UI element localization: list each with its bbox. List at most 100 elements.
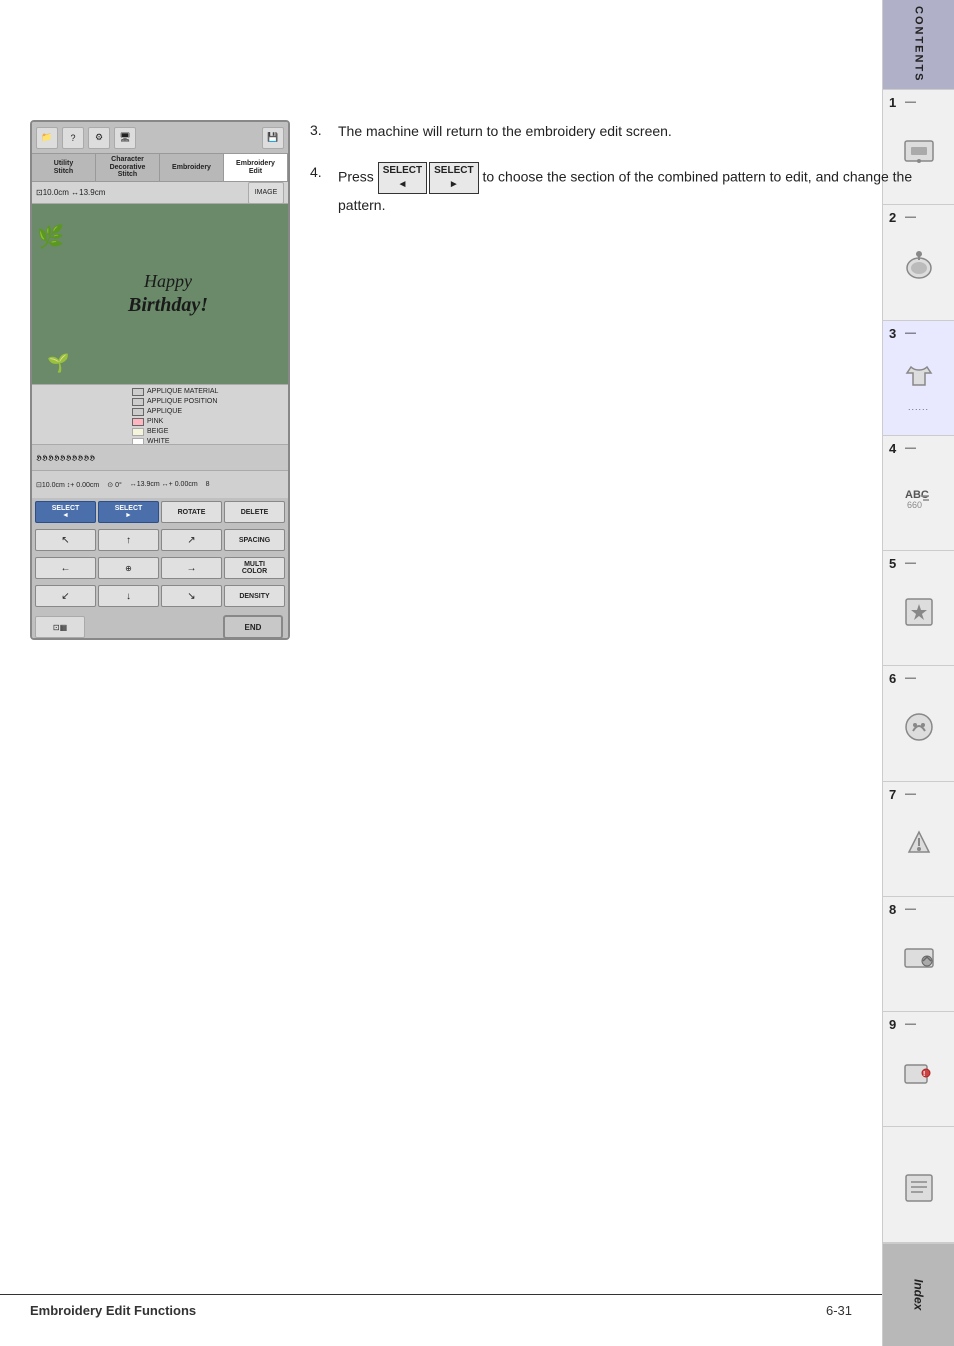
panel-bottom-row: ⊡▦ END bbox=[32, 610, 288, 640]
panel-needle-row: 𝕳 𝕳 𝕳 𝕳 𝕳 𝕳 𝕳 𝕳 𝕳 𝕳 bbox=[32, 444, 288, 470]
stat-y: ↔13.9cm ↔+ 0.00cm bbox=[130, 481, 198, 488]
sidebar-tab-chapter-7[interactable]: 7 — bbox=[882, 782, 954, 897]
panel-dim-bar: ⊡10.0cm ↔13.9cm IMAGE bbox=[32, 182, 288, 204]
panel-btn-row3: ← ⊕ → MULTICOLOR bbox=[32, 554, 288, 582]
panel-btn-save[interactable]: 💾 bbox=[262, 127, 284, 149]
color-swatch-4 bbox=[132, 418, 144, 426]
stat-count: 8 bbox=[206, 481, 210, 488]
stat-rotation: ⊙ 0° bbox=[107, 481, 122, 489]
btn-spacing[interactable]: SPACING bbox=[224, 529, 285, 551]
panel-tabs: UtilityStitch CharacterDecorativeStitch … bbox=[32, 154, 288, 182]
panel-color-list: APPLIQUE MATERIAL APPLIQUE POSITION APPL… bbox=[32, 384, 288, 444]
color-swatch-5 bbox=[132, 428, 144, 436]
btn-select-right[interactable]: SELECT► bbox=[98, 501, 159, 523]
btn-select-left[interactable]: SELECT◄ bbox=[35, 501, 96, 523]
panel-display-area: 🌿 🌱 Happy Birthday! bbox=[32, 204, 288, 384]
step3-number: 3. bbox=[310, 120, 330, 142]
machine-panel: 📁 ? ⚙ 🖥 💾 UtilityStitch CharacterDecorat… bbox=[30, 120, 290, 640]
panel-tab-edit[interactable]: EmbroideryEdit bbox=[224, 154, 288, 181]
chapter-6-dash: — bbox=[905, 672, 916, 684]
chapter-1-number: 1 bbox=[889, 95, 896, 110]
panel-btn-monitor[interactable]: 🖥 bbox=[114, 127, 136, 149]
btn-density[interactable]: DENSITY bbox=[224, 585, 285, 607]
chapter-6-icon bbox=[901, 709, 937, 752]
chapter-9-number: 9 bbox=[889, 1017, 896, 1032]
panel-btn-question[interactable]: ? bbox=[62, 127, 84, 149]
index-label: Index bbox=[912, 1279, 926, 1310]
sidebar-tab-chapter-4[interactable]: 4 — ABC 660 bbox=[882, 436, 954, 551]
chapter-5-number: 5 bbox=[889, 556, 896, 571]
chapter-7-number: 7 bbox=[889, 787, 896, 802]
panel-btn-folder[interactable]: 📁 bbox=[36, 127, 58, 149]
footer-title: Embroidery Edit Functions bbox=[30, 1303, 196, 1318]
color-swatch-3 bbox=[132, 408, 144, 416]
color-item-4: PINK bbox=[132, 417, 286, 427]
chapter-3-dash: — bbox=[905, 327, 916, 339]
color-item-6: WHITE bbox=[132, 437, 286, 444]
chapter-10-icon bbox=[901, 1170, 937, 1213]
btn-delete[interactable]: DELETE bbox=[224, 501, 285, 523]
btn-multi-color[interactable]: MULTICOLOR bbox=[224, 557, 285, 579]
needle-icons: 𝕳 𝕳 𝕳 𝕳 𝕳 𝕳 𝕳 𝕳 𝕳 𝕳 bbox=[36, 453, 94, 463]
btn-rotate[interactable]: ROTATE bbox=[161, 501, 222, 523]
chapter-4-icon: ABC 660 bbox=[901, 478, 937, 521]
btn-up[interactable]: ↑ bbox=[98, 529, 159, 551]
sidebar-tab-contents[interactable]: CONTENTS bbox=[882, 0, 954, 90]
chapter-6-number: 6 bbox=[889, 671, 896, 686]
chapter-3-icon bbox=[901, 357, 937, 400]
step4-select-left-btn[interactable]: SELECT◄ bbox=[378, 162, 427, 194]
step4-select-right-btn[interactable]: SELECT► bbox=[429, 162, 478, 194]
sidebar-tab-chapter-6[interactable]: 6 — bbox=[882, 666, 954, 781]
panel-btn-row1: SELECT◄ SELECT► ROTATE DELETE bbox=[32, 498, 288, 526]
btn-end[interactable]: END bbox=[223, 615, 283, 639]
instructions-area: 3. The machine will return to the embroi… bbox=[310, 120, 934, 237]
instruction-step-4: 4. Press SELECT◄ SELECT► to choose the s… bbox=[310, 162, 934, 216]
display-line2: Birthday! bbox=[128, 293, 208, 317]
chapter-7-icon bbox=[901, 824, 937, 867]
btn-downleft[interactable]: ↙ bbox=[35, 585, 96, 607]
instruction-step-3: 3. The machine will return to the embroi… bbox=[310, 120, 934, 142]
chapter-5-dash: — bbox=[905, 557, 916, 569]
step4-number: 4. bbox=[310, 162, 330, 216]
sidebar-tab-index[interactable]: Index bbox=[882, 1243, 954, 1346]
page-footer: Embroidery Edit Functions 6-31 bbox=[0, 1294, 882, 1326]
panel-tab-character[interactable]: CharacterDecorativeStitch bbox=[96, 154, 160, 181]
color-swatch-2 bbox=[132, 398, 144, 406]
btn-down[interactable]: ↓ bbox=[98, 585, 159, 607]
chapter-8-number: 8 bbox=[889, 902, 896, 917]
panel-tab-embroidery[interactable]: Embroidery bbox=[160, 154, 224, 181]
stat-x: ⊡10.0cm ↕+ 0.00cm bbox=[36, 481, 99, 489]
panel-btn-settings[interactable]: ⚙ bbox=[88, 127, 110, 149]
btn-upright[interactable]: ↗ bbox=[161, 529, 222, 551]
panel-stats-row: ⊡10.0cm ↕+ 0.00cm ⊙ 0° ↔13.9cm ↔+ 0.00cm… bbox=[32, 470, 288, 498]
btn-right[interactable]: → bbox=[161, 557, 222, 579]
sidebar-tab-chapter-9[interactable]: 9 — ! bbox=[882, 1012, 954, 1127]
panel-btn-row2: ↖ ↑ ↗ SPACING bbox=[32, 526, 288, 554]
panel-tab-utility[interactable]: UtilityStitch bbox=[32, 154, 96, 181]
chapter-2-icon bbox=[901, 248, 937, 291]
btn-downright[interactable]: ↘ bbox=[161, 585, 222, 607]
btn-left[interactable]: ← bbox=[35, 557, 96, 579]
sidebar-tab-chapter-10[interactable] bbox=[882, 1127, 954, 1242]
color-swatch-6 bbox=[132, 438, 144, 444]
btn-bottom-icon[interactable]: ⊡▦ bbox=[35, 616, 85, 638]
panel-image-btn[interactable]: IMAGE bbox=[248, 182, 284, 204]
step4-press-word: Press bbox=[338, 169, 374, 185]
sidebar-tab-chapter-5[interactable]: 5 — bbox=[882, 551, 954, 666]
chapter-5-icon bbox=[901, 594, 937, 637]
btn-upleft[interactable]: ↖ bbox=[35, 529, 96, 551]
panel-btn-row4: ↙ ↓ ↘ DENSITY bbox=[32, 582, 288, 610]
chapter-8-dash: — bbox=[905, 903, 916, 915]
sidebar-tab-chapter-3[interactable]: 3 — ...... bbox=[882, 321, 954, 436]
panel-dimensions: ⊡10.0cm ↔13.9cm bbox=[36, 188, 105, 197]
color-item-5: BEIGE bbox=[132, 427, 286, 437]
step3-text: The machine will return to the embroider… bbox=[338, 120, 934, 142]
btn-center[interactable]: ⊕ bbox=[98, 557, 159, 579]
footer-page: 6-31 bbox=[826, 1303, 852, 1318]
color-item-2: APPLIQUE POSITION bbox=[132, 397, 286, 407]
sidebar-tab-chapter-8[interactable]: 8 — bbox=[882, 897, 954, 1012]
chapter-9-icon: ! bbox=[901, 1055, 937, 1098]
display-text: Happy Birthday! bbox=[128, 271, 208, 317]
chapter-9-dash: — bbox=[905, 1018, 916, 1030]
color-swatch-1 bbox=[132, 388, 144, 396]
